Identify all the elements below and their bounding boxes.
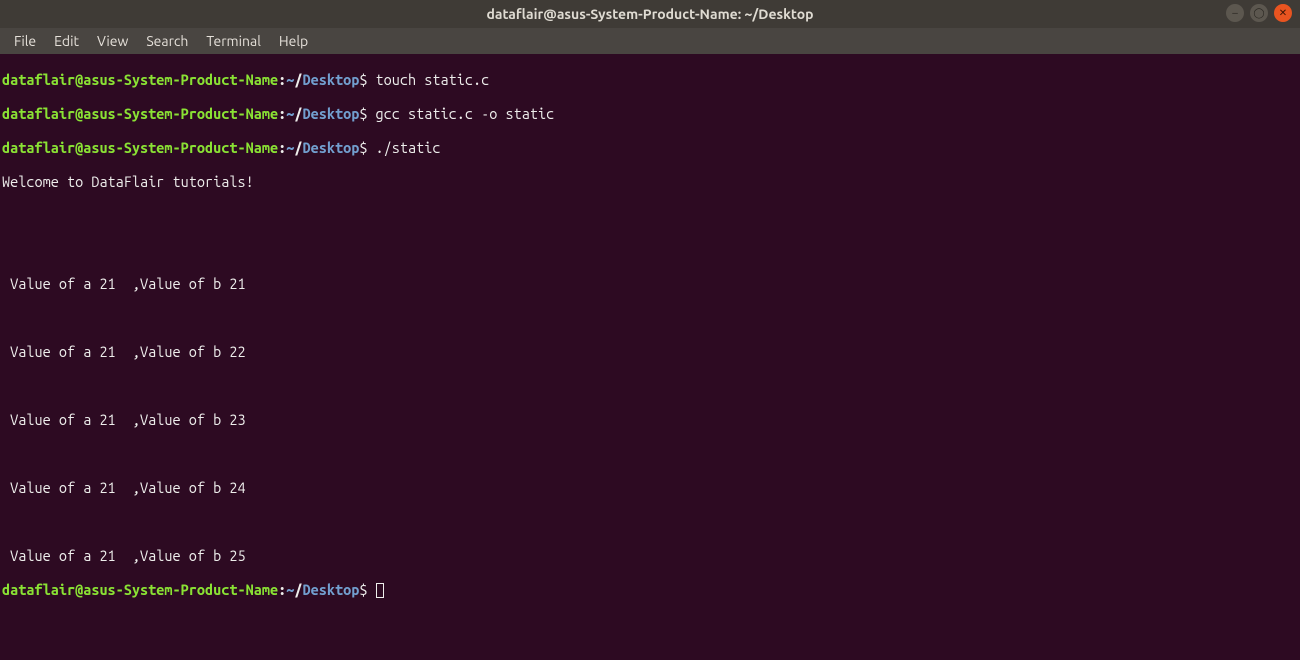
output-line: Value of a 21 ,Value of b 22 [2,343,1298,360]
command-text: ./static [367,139,440,156]
menu-terminal[interactable]: Terminal [198,30,269,52]
minimize-icon: – [1232,8,1238,19]
prompt-colon: : [278,139,286,156]
cursor-icon [376,583,384,598]
minimize-button[interactable]: – [1226,4,1244,22]
maximize-button[interactable]: ◯ [1250,4,1268,22]
window-title: dataflair@asus-System-Product-Name: ~/De… [486,6,813,22]
blank-line [2,207,1298,224]
terminal-line: dataflair@asus-System-Product-Name:~/Des… [2,139,1298,156]
close-button[interactable]: ✕ [1274,4,1292,22]
prompt-dir: Desktop [302,139,359,156]
terminal-output-area[interactable]: dataflair@asus-System-Product-Name:~/Des… [0,54,1300,660]
output-line: Value of a 21 ,Value of b 21 [2,275,1298,292]
prompt-dir: Desktop [302,71,359,88]
menu-search[interactable]: Search [138,30,196,52]
terminal-window: dataflair@asus-System-Product-Name: ~/De… [0,0,1300,660]
command-text: gcc static.c -o static [367,105,554,122]
blank-line [2,241,1298,258]
prompt-colon: : [278,581,286,598]
prompt-colon: : [278,71,286,88]
close-icon: ✕ [1279,8,1287,19]
blank-line [2,377,1298,394]
prompt-user-host: dataflair@asus-System-Product-Name [2,71,278,88]
menu-file[interactable]: File [6,30,44,52]
window-controls: – ◯ ✕ [1226,4,1292,22]
prompt-dir: Desktop [302,105,359,122]
command-text [367,581,375,598]
prompt-dir: Desktop [302,581,359,598]
blank-line [2,445,1298,462]
menubar: File Edit View Search Terminal Help [0,28,1300,54]
menu-help[interactable]: Help [271,30,316,52]
prompt-colon: : [278,105,286,122]
titlebar: dataflair@asus-System-Product-Name: ~/De… [0,0,1300,28]
output-line: Welcome to DataFlair tutorials! [2,173,1298,190]
blank-line [2,513,1298,530]
output-line: Value of a 21 ,Value of b 23 [2,411,1298,428]
menu-edit[interactable]: Edit [46,30,87,52]
prompt-user-host: dataflair@asus-System-Product-Name [2,105,278,122]
blank-line [2,309,1298,326]
prompt-user-host: dataflair@asus-System-Product-Name [2,139,278,156]
maximize-icon: ◯ [1253,8,1264,19]
output-line: Value of a 21 ,Value of b 24 [2,479,1298,496]
terminal-line: dataflair@asus-System-Product-Name:~/Des… [2,581,1298,598]
output-line: Value of a 21 ,Value of b 25 [2,547,1298,564]
command-text: touch static.c [367,71,489,88]
terminal-line: dataflair@asus-System-Product-Name:~/Des… [2,71,1298,88]
menu-view[interactable]: View [89,30,136,52]
prompt-user-host: dataflair@asus-System-Product-Name [2,581,278,598]
terminal-line: dataflair@asus-System-Product-Name:~/Des… [2,105,1298,122]
